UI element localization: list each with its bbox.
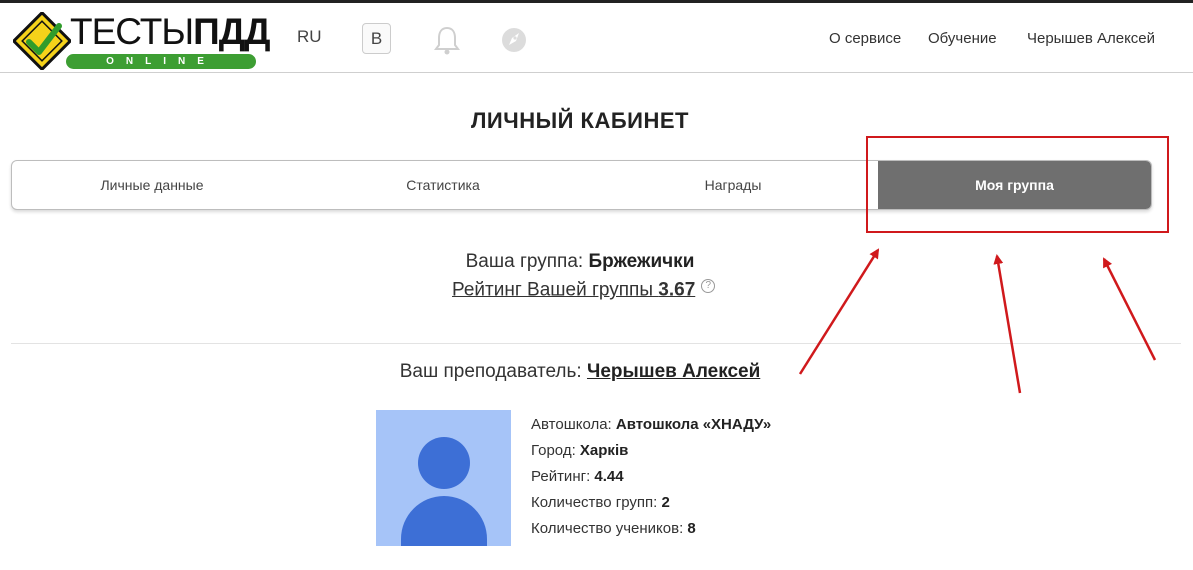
site-header: ТЕСТЫПДД ONLINE RU В О сервисе Обучение …: [0, 3, 1193, 73]
group-name: Бржежички: [588, 251, 695, 272]
teacher-rating: Рейтинг: 4.44: [531, 468, 624, 485]
group-name-line: Ваша группа: Бржежички: [465, 251, 695, 272]
help-icon[interactable]: ?: [701, 279, 716, 293]
teacher-name-link[interactable]: Черышев Алексей: [587, 361, 760, 382]
teacher-students-count: Количество учеников: 8: [531, 520, 696, 537]
page-title: ЛИЧНЫЙ КАБИНЕТ: [471, 108, 689, 133]
section-divider: [11, 343, 1181, 344]
group-rating-link[interactable]: Рейтинг Вашей группы 3.67: [452, 279, 695, 300]
logo-text: ТЕСТЫПДД: [70, 11, 270, 52]
teacher-city: Город: Харків: [531, 442, 629, 459]
vk-button[interactable]: В: [362, 23, 391, 54]
logo-subtitle: ONLINE: [66, 54, 256, 69]
annotation-arrow: [1102, 257, 1157, 361]
tab-awards[interactable]: Награды: [588, 161, 878, 209]
nav-user[interactable]: Черышев Алексей: [1027, 30, 1155, 47]
logo-diamond-icon: [13, 12, 71, 70]
tab-personal-data[interactable]: Личные данные: [12, 161, 292, 209]
bell-icon[interactable]: [433, 25, 461, 55]
avatar-icon: [376, 410, 511, 546]
nav-learning[interactable]: Обучение: [928, 30, 997, 47]
avatar-head: [418, 437, 470, 489]
teacher-groups-count: Количество групп: 2: [531, 494, 670, 511]
teacher-line: Ваш преподаватель: Черышев Алексей: [399, 361, 761, 382]
tab-statistics[interactable]: Статистика: [298, 161, 588, 209]
rocket-icon[interactable]: [500, 26, 528, 54]
avatar-body: [401, 496, 487, 546]
site-logo[interactable]: ТЕСТЫПДД ONLINE: [10, 8, 270, 70]
teacher-school: Автошкола: Автошкола «ХНАДУ»: [531, 416, 772, 433]
nav-about[interactable]: О сервисе: [829, 30, 901, 47]
annotation-highlight-box: [866, 136, 1169, 233]
group-rating-line: Рейтинг Вашей группы 3.67?: [452, 279, 716, 301]
language-switch[interactable]: RU: [297, 27, 322, 47]
